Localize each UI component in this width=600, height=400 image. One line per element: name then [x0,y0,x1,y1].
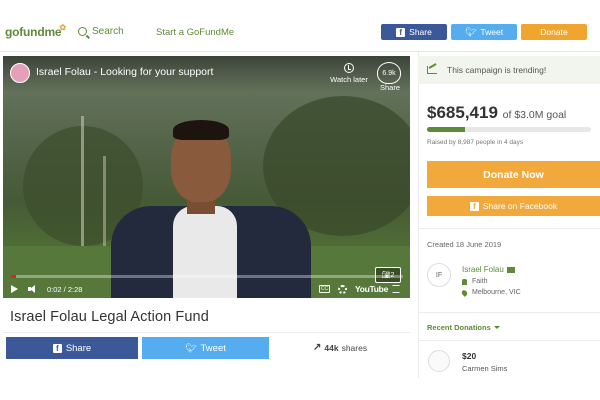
category-label: Faith [472,278,488,285]
trending-text: This campaign is trending! [447,65,547,75]
person-icon [462,278,467,285]
play-icon[interactable] [11,285,18,293]
goal-progress-fill [427,127,465,132]
divider [418,312,600,313]
page-bottom-whitespace [0,378,600,400]
fullscreen-icon[interactable] [392,285,400,293]
watch-later-button[interactable]: Watch later [329,63,369,84]
divider [3,332,410,333]
watch-later-label: Watch later [330,75,368,84]
youtube-logo[interactable]: YouTube [355,284,388,294]
amount-raised: $685,419 of $3.0M goal [427,103,566,123]
nav-tweet-button[interactable]: 🐦︎ Tweet [451,24,517,40]
twitter-bird-icon: 🐦︎ [185,342,197,353]
gofundme-logo[interactable]: gofundme✿ [5,23,66,39]
organizer-name-label: Israel Folau [462,265,504,274]
video-time: 0:02 / 2:28 [47,284,83,294]
raised-by-text: Raised by 8,987 people in 4 days [427,139,524,146]
video-progress-fill [11,275,17,278]
video-title[interactable]: Israel Folau - Looking for your support [36,66,213,78]
created-date: Created 18 June 2019 [427,240,502,249]
divider [418,340,600,341]
location-label: Melbourne, VIC [472,289,521,296]
donate-now-button[interactable]: Donate Now [427,161,600,188]
facebook-icon: f [469,201,479,211]
clock-icon [344,63,354,73]
video-player[interactable]: Israel Folau - Looking for your support … [3,56,410,298]
video-progress-bar[interactable] [11,275,403,278]
volume-icon[interactable] [28,285,37,293]
video-share-button[interactable]: Share [375,83,405,92]
goal-text: of $3.0M goal [502,109,567,121]
location-pin-icon [460,288,469,297]
video-share-label: Share [379,83,400,92]
campaign-title: Israel Folau Legal Action Fund [10,309,209,325]
recent-donations-toggle[interactable]: Recent Donations [427,323,500,332]
top-nav: gofundme✿ Search Start a GoFundMe f Shar… [0,0,600,52]
trending-banner: This campaign is trending! [418,56,600,84]
nav-share-button[interactable]: f Share [381,24,447,40]
search-icon [78,27,87,36]
nav-donate-button[interactable]: Donate [521,24,587,40]
caret-down-icon [493,326,500,329]
organizer-location: Melbourne, VIC [460,288,521,297]
search-label: Search [92,26,124,37]
organizer-name[interactable]: Israel Folau [462,265,515,274]
shares-number: 44k [324,342,339,353]
donation-amount: $20 [462,351,477,361]
organizer-category: Faith [462,278,488,285]
nav-share-label: Share [409,27,432,37]
share-label: Share [65,342,92,354]
amount-value: $685,419 [427,103,498,122]
heart-count: 6.9k [382,69,396,77]
shares-label: shares [341,342,368,353]
search-link[interactable]: Search [78,26,124,37]
donor-name: Carmen Sims [462,364,508,373]
mail-icon[interactable] [506,266,515,273]
goal-progress-bar [427,127,591,132]
heart-icon[interactable]: 6.9k [377,62,401,84]
donor-avatar [428,350,450,372]
nav-donate-label: Donate [540,27,568,37]
nav-tweet-label: Tweet [480,27,504,37]
trending-chart-icon [427,66,437,74]
twitter-bird-icon: 🐦︎ [464,26,477,37]
cc-icon[interactable]: CC [319,285,330,293]
start-gofundme-link[interactable]: Start a GoFundMe [156,27,234,38]
channel-avatar[interactable] [10,63,30,83]
share-on-facebook-button[interactable]: f Share on Facebook [427,196,600,216]
trend-arrow-icon: ↗ [313,342,322,353]
gear-icon[interactable] [338,284,347,294]
organizer-avatar[interactable]: IF [427,263,451,287]
leaf-icon: ✿ [59,23,66,32]
divider [418,228,600,229]
facebook-icon: f [52,343,62,353]
recent-donations-label: Recent Donations [427,323,491,332]
tweet-label: Tweet [200,342,226,354]
tweet-button[interactable]: 🐦︎ Tweet [142,337,269,359]
video-controls: 0:02 / 2:28 CC YouTube [3,280,410,298]
video-speaker [103,106,323,298]
share-button[interactable]: f Share [6,337,138,359]
share-on-facebook-label: Share on Facebook [482,201,558,211]
facebook-icon: f [396,27,406,37]
share-count: ↗ 44k shares [313,342,367,353]
